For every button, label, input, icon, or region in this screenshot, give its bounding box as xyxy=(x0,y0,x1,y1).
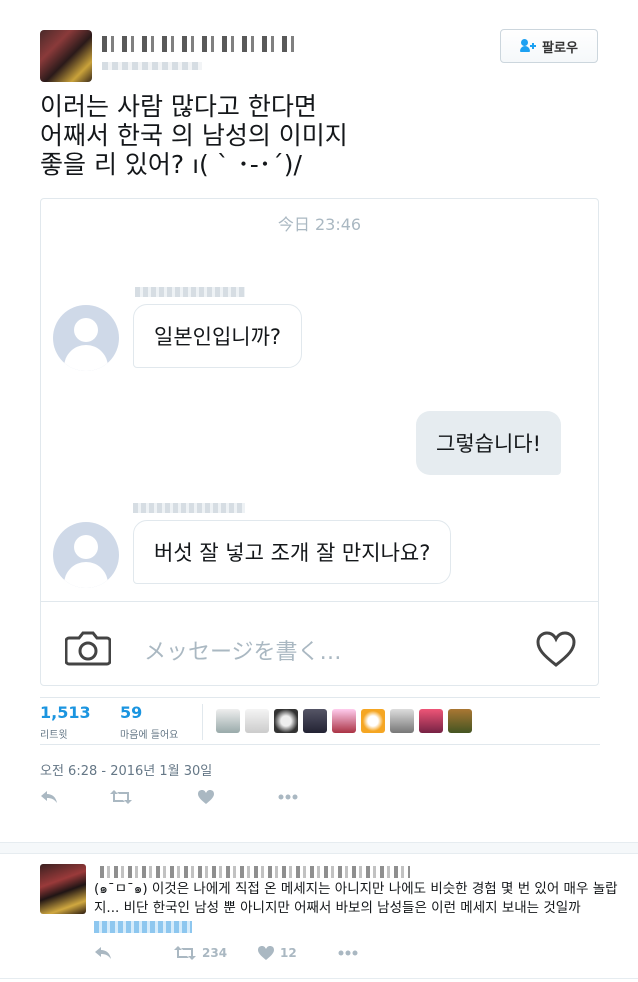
liker-avatar[interactable] xyxy=(274,709,298,733)
reply-icon xyxy=(95,947,111,959)
reply-like-button[interactable]: 12 xyxy=(258,946,338,960)
retweet-icon xyxy=(110,790,132,804)
like-count: 59 xyxy=(120,703,143,722)
camera-icon[interactable] xyxy=(65,630,111,666)
more-icon xyxy=(278,794,298,800)
reply-like-count: 12 xyxy=(280,946,297,960)
liker-avatar[interactable] xyxy=(303,709,327,733)
retweet-icon xyxy=(174,946,196,960)
reply-button[interactable] xyxy=(40,790,110,804)
retweet-label: 리트윗 xyxy=(40,730,68,741)
liker-avatar[interactable] xyxy=(245,709,269,733)
reply-actions: 234 12 xyxy=(94,946,358,960)
reply-author-name-pixelated[interactable] xyxy=(100,866,410,878)
bottom-divider xyxy=(0,978,638,979)
reply-retweet-count: 234 xyxy=(202,946,228,960)
heart-icon[interactable] xyxy=(535,630,577,668)
author-handle-pixelated[interactable] xyxy=(102,62,202,70)
like-label: 마음에 들어요 xyxy=(120,730,179,741)
reply-more-button[interactable] xyxy=(338,950,358,956)
dm-sender-label-pixelated xyxy=(135,287,245,297)
dm-message-outgoing: 그렇습니다! xyxy=(416,411,562,475)
dm-message-incoming: 일본인입니까? xyxy=(133,304,303,368)
reply-author-avatar[interactable] xyxy=(40,864,86,914)
reply-retweet-button[interactable]: 234 xyxy=(174,946,258,960)
retweet-stat[interactable]: 1,513 리트윗 xyxy=(40,703,91,741)
default-avatar-icon xyxy=(53,305,119,371)
like-button[interactable] xyxy=(198,790,278,804)
reply-icon xyxy=(41,791,57,803)
retweet-count: 1,513 xyxy=(40,703,91,722)
dm-sender-label-pixelated xyxy=(133,503,245,513)
heart-icon xyxy=(258,946,274,960)
tweet-stats: 1,513 리트윗 59 마음에 들어요 xyxy=(40,697,600,745)
liker-avatar[interactable] xyxy=(390,709,414,733)
author-avatar[interactable] xyxy=(40,30,92,82)
dm-screenshot-card: 今日 23:46 일본인입니까? 그렇습니다! 버섯 잘 넣고 조개 잘 만지나… xyxy=(40,198,599,686)
more-icon xyxy=(338,950,358,956)
tweet-text: 이러는 사람 많다고 한다면 어째서 한국 의 남성의 이미지 좋을 리 있어?… xyxy=(40,92,348,179)
section-divider xyxy=(0,842,638,854)
dm-compose-bar: メッセージを書く… xyxy=(41,601,598,687)
default-avatar-icon xyxy=(53,522,119,588)
follow-button-label: 팔로우 xyxy=(542,40,578,56)
liker-avatar[interactable] xyxy=(332,709,356,733)
tweet-header: 팔로우 xyxy=(0,0,638,90)
stats-divider xyxy=(202,704,203,740)
reply-link-pixelated[interactable] xyxy=(94,921,192,933)
reply-tweet: (๑¯ㅁ¯๑) 이것은 나에게 직접 온 메세지는 아니지만 나에도 비슷한 경… xyxy=(94,880,634,937)
like-stat[interactable]: 59 마음에 들어요 xyxy=(120,703,178,741)
author-name-pixelated[interactable] xyxy=(102,36,302,52)
heart-icon xyxy=(198,790,214,804)
reply-reply-button[interactable] xyxy=(94,946,174,960)
follow-button[interactable]: 팔로우 xyxy=(500,29,598,63)
liker-avatar[interactable] xyxy=(419,709,443,733)
dm-timestamp: 今日 23:46 xyxy=(277,215,362,234)
reply-text: (๑¯ㅁ¯๑) 이것은 나에게 직접 온 메세지는 아니지만 나에도 비슷한 경… xyxy=(94,881,618,916)
liker-avatars xyxy=(216,709,472,733)
dm-message-incoming: 버섯 잘 넣고 조개 잘 만지나요? xyxy=(133,520,452,584)
add-user-icon xyxy=(520,39,537,53)
liker-avatar[interactable] xyxy=(216,709,240,733)
liker-avatar[interactable] xyxy=(361,709,385,733)
tweet-actions xyxy=(40,790,298,804)
liker-avatar[interactable] xyxy=(448,709,472,733)
retweet-button[interactable] xyxy=(110,790,198,804)
compose-placeholder[interactable]: メッセージを書く… xyxy=(144,634,342,666)
tweet-date[interactable]: 오전 6:28 - 2016년 1월 30일 xyxy=(40,760,212,779)
more-button[interactable] xyxy=(278,794,298,800)
